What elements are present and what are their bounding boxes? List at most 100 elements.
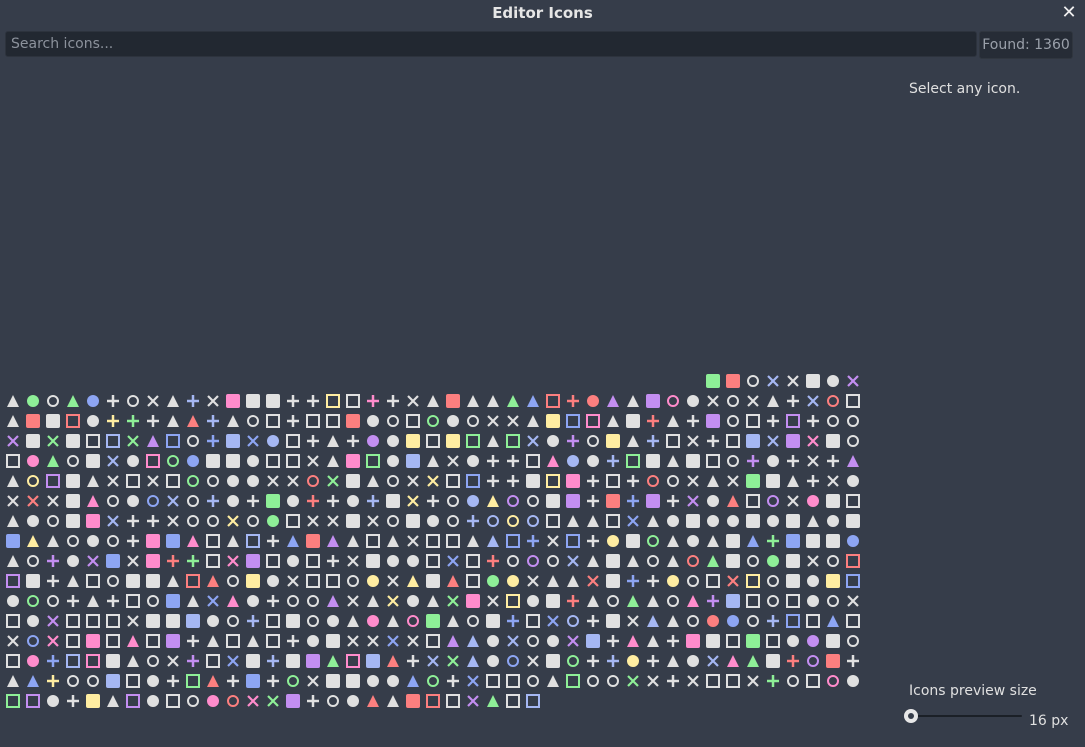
move-icon[interactable] — [507, 575, 519, 587]
warning-icon[interactable] — [407, 575, 419, 587]
folder-icon[interactable] — [627, 395, 639, 407]
music-icon[interactable] — [807, 415, 819, 427]
lock-icon[interactable] — [27, 455, 39, 467]
paste-icon[interactable] — [527, 395, 539, 407]
gear-icon[interactable] — [686, 514, 700, 528]
folder-icon[interactable] — [66, 474, 80, 488]
copy-icon[interactable] — [507, 655, 519, 667]
search-icon[interactable] — [787, 675, 799, 687]
folder-icon[interactable] — [466, 554, 480, 568]
copy-icon[interactable] — [146, 454, 160, 468]
move-icon[interactable] — [226, 454, 240, 468]
node-icon[interactable] — [266, 454, 280, 468]
cut-icon[interactable] — [627, 675, 639, 687]
move-icon[interactable] — [846, 514, 860, 528]
copy-icon[interactable] — [706, 374, 720, 388]
anchor-icon[interactable] — [327, 535, 339, 547]
anchor-icon[interactable] — [687, 415, 699, 427]
cut-icon[interactable] — [227, 595, 239, 607]
play-icon[interactable] — [847, 435, 859, 447]
search-icon[interactable] — [207, 495, 219, 507]
close-icon[interactable] — [526, 474, 540, 488]
music-icon[interactable] — [207, 615, 219, 627]
cut-icon[interactable] — [307, 675, 319, 687]
copy-icon[interactable] — [7, 555, 19, 567]
play-icon[interactable] — [767, 675, 779, 687]
play-icon[interactable] — [727, 475, 739, 487]
music-icon[interactable] — [587, 435, 599, 447]
search-icon[interactable] — [486, 614, 500, 628]
eye-icon[interactable] — [547, 675, 559, 687]
gear-icon[interactable] — [187, 415, 199, 427]
lock-icon[interactable] — [726, 594, 740, 608]
folder-icon[interactable] — [307, 395, 319, 407]
move-icon[interactable] — [726, 554, 740, 568]
warning-icon[interactable] — [807, 655, 819, 667]
anchor-icon[interactable] — [307, 595, 319, 607]
folder-icon[interactable] — [747, 675, 759, 687]
paste-icon[interactable] — [406, 434, 420, 448]
close-icon[interactable] — [587, 615, 599, 627]
move-icon[interactable] — [626, 534, 640, 548]
eye-icon[interactable] — [387, 515, 399, 527]
warning-icon[interactable] — [527, 535, 539, 547]
node-icon[interactable] — [87, 675, 99, 687]
lock-icon[interactable] — [567, 435, 579, 447]
move-icon[interactable] — [707, 615, 719, 627]
close-icon[interactable] — [727, 515, 739, 527]
anchor-icon[interactable] — [247, 455, 259, 467]
paste-icon[interactable] — [447, 635, 459, 647]
lock-icon[interactable] — [387, 655, 399, 667]
paste-icon[interactable] — [466, 574, 480, 588]
search-icon[interactable] — [627, 515, 639, 527]
eye-icon[interactable] — [587, 555, 599, 567]
gear-icon[interactable] — [786, 534, 800, 548]
search-icon[interactable] — [606, 574, 620, 588]
cut-icon[interactable] — [426, 634, 440, 648]
gear-icon[interactable] — [847, 675, 859, 687]
music-icon[interactable] — [147, 475, 159, 487]
paste-icon[interactable] — [47, 555, 59, 567]
anchor-icon[interactable] — [786, 434, 800, 448]
anchor-icon[interactable] — [46, 414, 60, 428]
warning-icon[interactable] — [286, 614, 300, 628]
music-icon[interactable] — [86, 654, 100, 668]
close-icon[interactable] — [166, 594, 180, 608]
eye-icon[interactable] — [606, 494, 620, 508]
lock-icon[interactable] — [367, 395, 379, 407]
close-icon[interactable] — [387, 575, 399, 587]
cut-icon[interactable] — [487, 455, 499, 467]
lock-icon[interactable] — [346, 454, 360, 468]
node-icon[interactable] — [347, 535, 359, 547]
lock-icon[interactable] — [467, 415, 479, 427]
warning-icon[interactable] — [306, 554, 320, 568]
anchor-icon[interactable] — [387, 675, 399, 687]
add-icon[interactable] — [707, 555, 719, 567]
cut-icon[interactable] — [587, 475, 599, 487]
cut-icon[interactable] — [246, 534, 260, 548]
music-icon[interactable] — [427, 595, 439, 607]
anchor-icon[interactable] — [426, 554, 440, 568]
play-icon[interactable] — [786, 614, 800, 628]
add-icon[interactable] — [167, 575, 179, 587]
music-icon[interactable] — [707, 395, 719, 407]
folder-icon[interactable] — [167, 495, 179, 507]
eye-icon[interactable] — [166, 534, 180, 548]
search-icon[interactable] — [127, 415, 139, 427]
node-icon[interactable] — [767, 555, 779, 567]
folder-icon[interactable] — [607, 455, 619, 467]
play-icon[interactable] — [467, 615, 479, 627]
music-icon[interactable] — [167, 415, 179, 427]
close-icon[interactable] — [606, 554, 620, 568]
warning-icon[interactable] — [247, 415, 259, 427]
lock-icon[interactable] — [747, 535, 759, 547]
copy-icon[interactable] — [447, 515, 459, 527]
cut-icon[interactable] — [447, 575, 459, 587]
folder-icon[interactable] — [187, 435, 199, 447]
lock-icon[interactable] — [786, 414, 800, 428]
close-icon[interactable] — [627, 495, 639, 507]
music-icon[interactable] — [67, 395, 79, 407]
node-icon[interactable] — [327, 595, 339, 607]
move-icon[interactable] — [207, 515, 219, 527]
cut-icon[interactable] — [527, 655, 539, 667]
